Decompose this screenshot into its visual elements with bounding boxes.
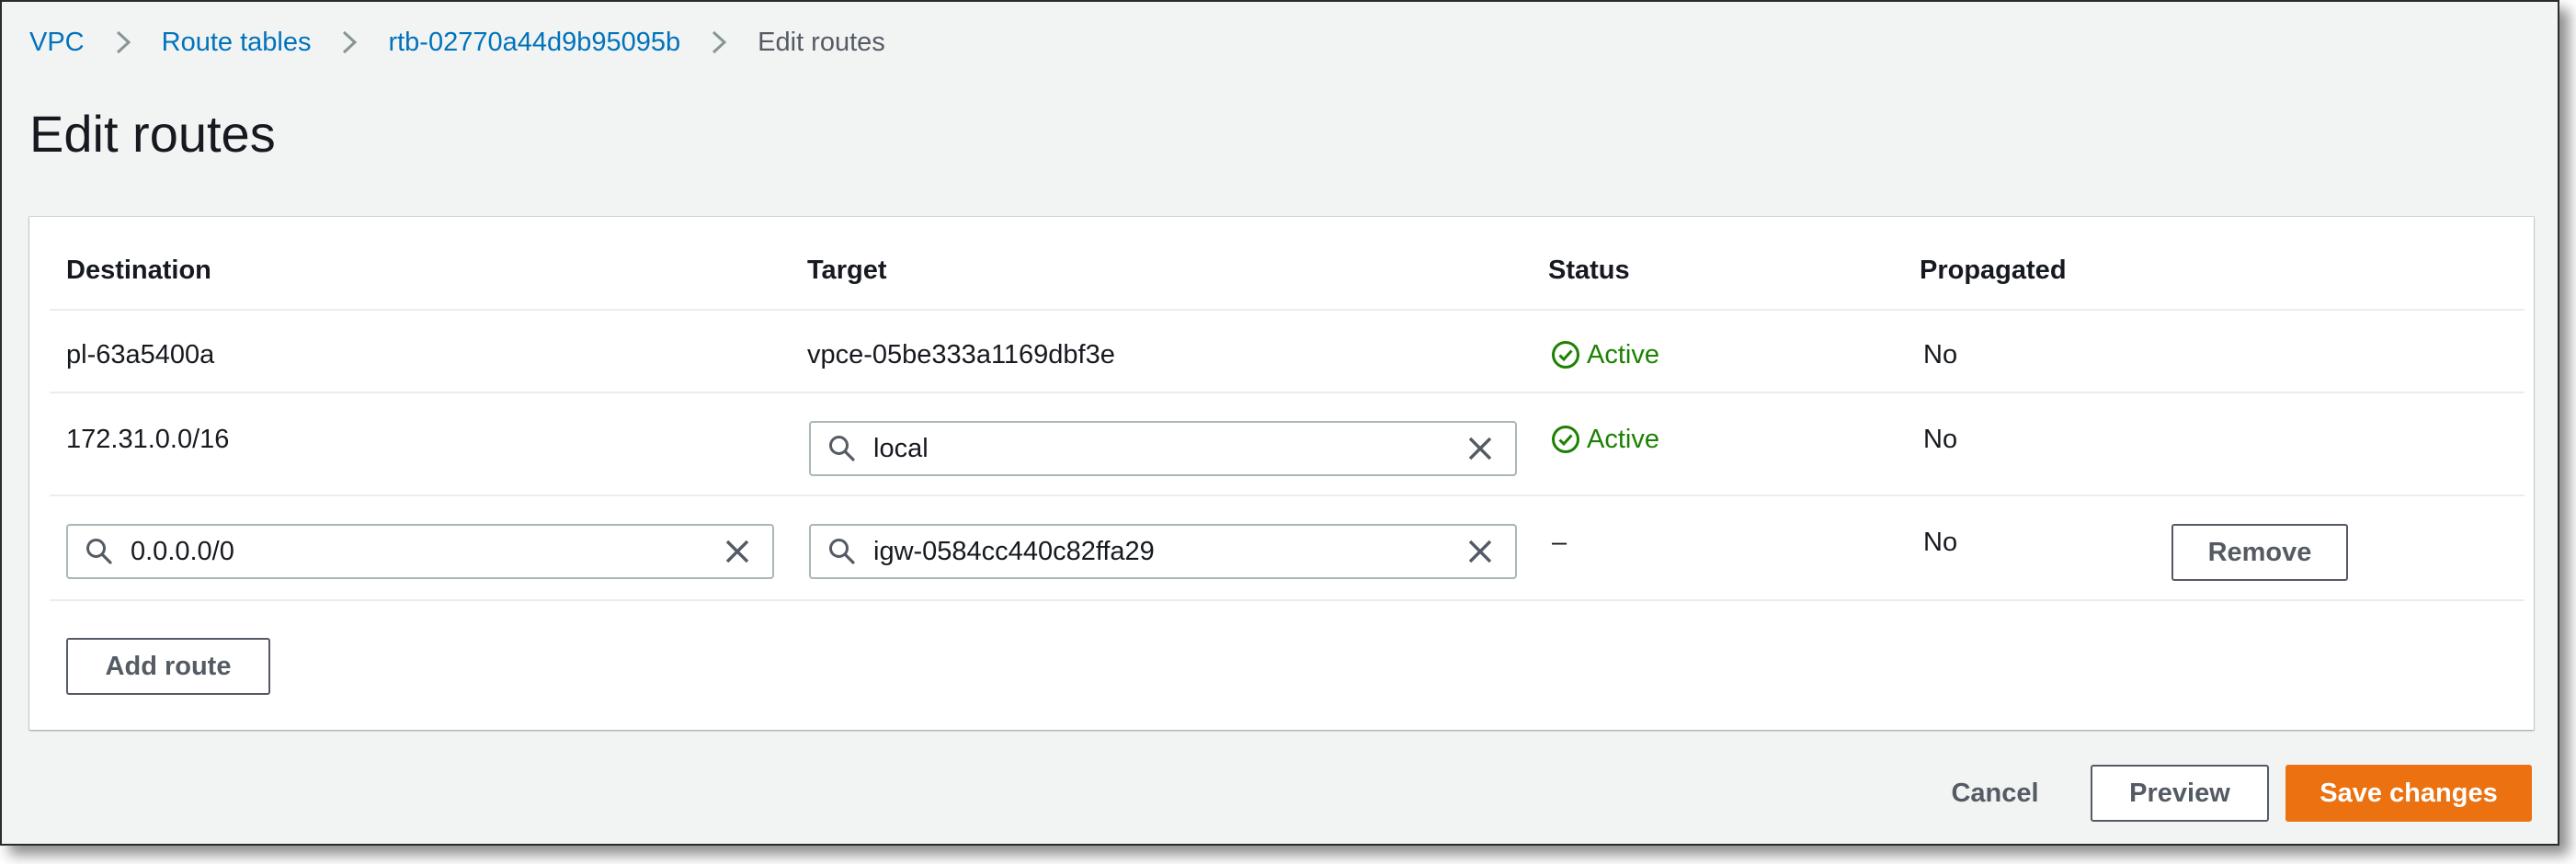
- chevron-right-icon: [701, 24, 737, 61]
- target-input-value[interactable]: local: [873, 434, 1462, 464]
- column-header-propagated: Propagated: [1920, 256, 2067, 285]
- row-divider: [50, 599, 2525, 601]
- route-propagated-value: No: [1923, 340, 1958, 369]
- page-frame: VPC Route tables rtb-02770a44d9b95095b E…: [0, 0, 2559, 846]
- row-divider: [50, 495, 2525, 496]
- destination-input[interactable]: 0.0.0.0/0: [66, 524, 774, 579]
- save-changes-button[interactable]: Save changes: [2285, 765, 2532, 822]
- close-icon[interactable]: [719, 533, 756, 570]
- route-destination-value: pl-63a5400a: [66, 340, 215, 369]
- breadcrumb-link-vpc[interactable]: VPC: [29, 28, 85, 58]
- status-text: Active: [1587, 340, 1659, 369]
- check-circle-icon: [1552, 426, 1579, 453]
- routes-panel: Destination Target Status Propagated pl-…: [29, 217, 2534, 730]
- breadcrumb: VPC Route tables rtb-02770a44d9b95095b E…: [29, 24, 885, 61]
- search-icon: [826, 432, 859, 465]
- cancel-button[interactable]: Cancel: [1932, 767, 2057, 820]
- target-input[interactable]: local: [809, 421, 1517, 476]
- chevron-right-icon: [105, 24, 142, 61]
- status-text: –: [1552, 528, 1567, 557]
- target-input[interactable]: igw-0584cc440c82ffa29: [809, 524, 1517, 579]
- column-header-destination: Destination: [66, 256, 211, 285]
- preview-button[interactable]: Preview: [2091, 765, 2269, 822]
- breadcrumb-current: Edit routes: [758, 27, 885, 57]
- breadcrumb-link-route-table-id[interactable]: rtb-02770a44d9b95095b: [388, 28, 680, 58]
- row-divider: [50, 392, 2525, 393]
- breadcrumb-link-route-tables[interactable]: Route tables: [162, 28, 312, 58]
- row-divider: [50, 309, 2525, 311]
- add-route-button[interactable]: Add route: [66, 638, 270, 695]
- destination-input-value[interactable]: 0.0.0.0/0: [131, 537, 719, 567]
- target-input-value[interactable]: igw-0584cc440c82ffa29: [873, 537, 1462, 567]
- status-text: Active: [1587, 425, 1659, 454]
- status-badge: Active: [1550, 338, 1659, 371]
- search-icon: [83, 535, 116, 568]
- column-header-status: Status: [1548, 256, 1630, 285]
- close-icon[interactable]: [1462, 430, 1499, 467]
- route-target-value: vpce-05be333a1169dbf3e: [807, 340, 1115, 369]
- remove-route-button[interactable]: Remove: [2171, 524, 2348, 581]
- route-destination-value: 172.31.0.0/16: [66, 425, 230, 454]
- search-icon: [826, 535, 859, 568]
- route-propagated-value: No: [1923, 528, 1958, 557]
- close-icon[interactable]: [1462, 533, 1499, 570]
- page-title: Edit routes: [29, 105, 276, 163]
- status-badge: Active: [1550, 423, 1659, 456]
- column-header-target: Target: [807, 256, 887, 285]
- check-circle-icon: [1552, 341, 1579, 369]
- route-propagated-value: No: [1923, 425, 1958, 454]
- chevron-right-icon: [331, 24, 368, 61]
